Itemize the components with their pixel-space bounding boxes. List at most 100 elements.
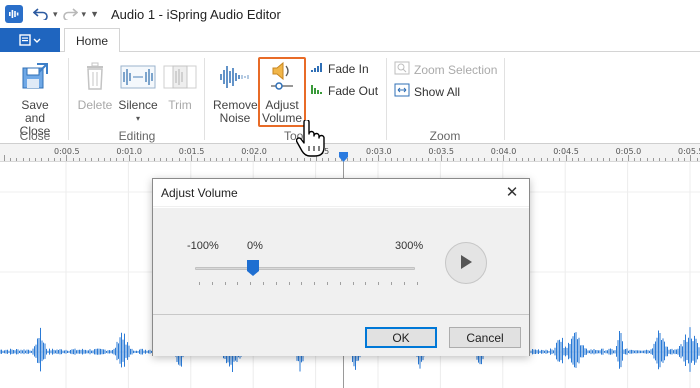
hand-cursor-icon	[295, 118, 326, 158]
slider-scale-tick	[301, 282, 303, 285]
slider-scale-tick	[211, 282, 213, 285]
ruler-tick	[578, 158, 580, 161]
ruler-tick	[91, 158, 93, 161]
volume-slider-track[interactable]	[195, 267, 415, 270]
show-all-icon	[394, 83, 410, 100]
ribbon-tabs: Home	[0, 28, 700, 53]
ruler-tick	[496, 158, 498, 161]
ruler-tick	[484, 158, 486, 161]
undo-icon[interactable]	[32, 6, 49, 23]
ruler-tick	[397, 158, 399, 161]
delete-button[interactable]: Delete	[76, 60, 114, 112]
ribbon-separator	[504, 58, 505, 140]
ruler-tick	[103, 158, 105, 161]
timeline-ruler[interactable]: 0:00.50:01.00:01.50:02.00:02.50:03.00:03…	[0, 144, 700, 162]
zoom-selection-icon	[394, 61, 410, 78]
ruler-tick	[122, 158, 124, 161]
ruler-tick	[696, 158, 698, 161]
ruler-tick	[272, 158, 274, 161]
slider-scale-tick	[288, 282, 290, 285]
ruler-tick	[47, 158, 49, 161]
volume-slider-thumb[interactable]	[247, 260, 259, 276]
ruler-tick	[447, 158, 449, 161]
trim-button[interactable]: Trim	[162, 60, 198, 112]
ruler-tick	[677, 158, 679, 161]
undo-dropdown-icon[interactable]: ▾	[53, 9, 58, 20]
ruler-tick	[309, 158, 311, 161]
current-label: 0%	[247, 240, 263, 252]
ruler-tick	[141, 158, 143, 161]
fade-in-icon	[310, 61, 324, 76]
ruler-tick	[553, 158, 555, 161]
dialog-title: Adjust Volume	[161, 185, 238, 200]
ruler-tick	[584, 158, 586, 161]
ruler-tick	[4, 155, 5, 161]
ribbon-separator	[204, 58, 205, 140]
ruler-tick	[521, 158, 523, 161]
ruler-tick	[241, 158, 243, 161]
customize-quick-access-icon[interactable]: ▼	[90, 9, 99, 19]
ruler-tick	[528, 158, 530, 161]
ruler-tick	[509, 158, 511, 161]
dialog-titlebar: Adjust Volume	[153, 179, 529, 207]
playhead-marker[interactable]	[339, 151, 348, 162]
silence-dropdown-icon: ▾	[135, 114, 140, 123]
ruler-tick	[384, 158, 386, 161]
ruler-tick	[646, 158, 648, 161]
zoom-selection-button[interactable]: Zoom Selection	[394, 61, 497, 78]
ruler-tick	[684, 158, 686, 161]
cancel-button[interactable]: Cancel	[449, 327, 521, 348]
fade-in-button[interactable]: Fade In	[310, 61, 369, 76]
trash-icon	[76, 60, 114, 95]
app-icon[interactable]	[5, 5, 23, 23]
adjust-volume-icon	[258, 60, 306, 95]
slider-scale-tick	[263, 282, 264, 285]
ruler-tick	[247, 158, 249, 161]
ribbon-separator	[68, 58, 69, 140]
ruler-tick	[503, 155, 505, 161]
ruler-tick	[41, 158, 43, 161]
ruler-tick	[465, 158, 467, 161]
ruler-tick	[222, 158, 224, 161]
ruler-tick	[428, 158, 430, 161]
ruler-tick	[28, 158, 30, 161]
ruler-tick	[160, 158, 161, 161]
ruler-tick	[184, 158, 186, 161]
ok-button[interactable]: OK	[365, 327, 437, 348]
slider-scale-tick	[327, 282, 328, 285]
ruler-tick	[609, 158, 611, 161]
show-all-button[interactable]: Show All	[394, 83, 460, 100]
ruler-tick	[621, 158, 623, 161]
fade-out-button[interactable]: Fade Out	[310, 83, 378, 98]
remove-noise-button[interactable]: Remove Noise	[210, 60, 260, 125]
ruler-tick	[640, 158, 642, 161]
ruler-tick	[266, 158, 268, 161]
ruler-tick	[297, 158, 299, 161]
ruler-tick	[353, 158, 355, 161]
adjust-volume-button[interactable]: Adjust Volume	[258, 60, 306, 125]
save-and-close-button[interactable]: Save and Close	[6, 60, 64, 138]
ruler-tick	[565, 155, 567, 161]
redo-icon[interactable]	[62, 6, 78, 23]
group-label-close: Close	[19, 129, 51, 143]
ruler-tick	[422, 158, 424, 161]
tab-home[interactable]: Home	[64, 28, 120, 53]
play-button[interactable]	[445, 242, 487, 284]
ruler-tick	[278, 158, 280, 161]
ruler-tick	[409, 158, 411, 161]
ruler-tick	[690, 155, 692, 161]
ruler-tick	[259, 158, 261, 161]
ruler-tick	[440, 155, 442, 161]
silence-button[interactable]: Silence ▾	[118, 60, 158, 125]
ruler-tick	[459, 158, 461, 161]
redo-dropdown-icon[interactable]: ▾	[82, 9, 87, 20]
ruler-tick	[16, 158, 18, 161]
ruler-tick	[303, 158, 305, 161]
ruler-tick	[191, 155, 193, 161]
file-menu-button[interactable]	[0, 28, 60, 52]
ruler-tick	[35, 158, 37, 161]
slider-scale-tick	[275, 282, 277, 285]
ruler-tick	[365, 158, 367, 161]
ruler-tick	[628, 155, 629, 161]
close-icon[interactable]: ✕	[503, 184, 521, 202]
